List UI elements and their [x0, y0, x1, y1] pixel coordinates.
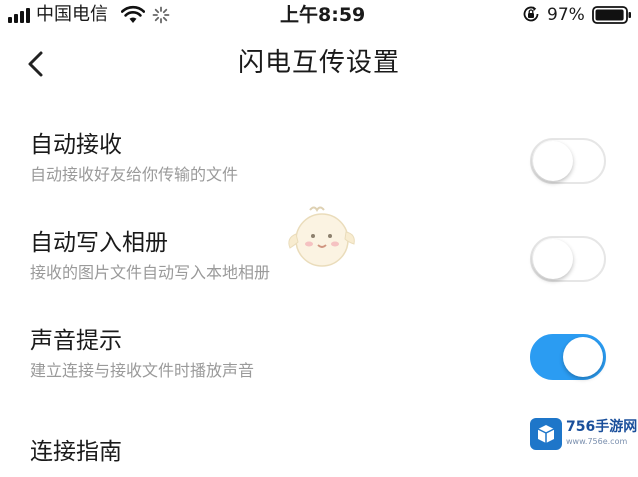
sound-alert-toggle[interactable]: [530, 334, 606, 380]
battery-percent: 97%: [547, 5, 585, 25]
battery-icon: [592, 6, 631, 24]
connection-guide-link[interactable]: 连接指南: [30, 437, 122, 467]
setting-title: 自动接收: [30, 132, 122, 158]
setting-subtitle: 接收的图片文件自动写入本地相册: [30, 263, 271, 282]
cube-logo-icon: [530, 418, 562, 450]
site-watermark: 756手游网 www.756e.com: [530, 418, 637, 454]
app-screen: 中国电信 上午8:59 97% 闪电互传设置 自动接收 自动接收好友给你传输的文…: [0, 0, 638, 477]
auto-receive-toggle[interactable]: [530, 138, 606, 184]
carrier-name: 中国电信: [36, 4, 108, 25]
watermark-url: www.756e.com: [566, 437, 628, 446]
toggle-knob: [533, 239, 573, 279]
setting-title: 自动写入相册: [30, 230, 168, 256]
auto-save-album-toggle[interactable]: [530, 236, 606, 282]
setting-row-auto-receive: 自动接收 自动接收好友给你传输的文件: [0, 130, 638, 210]
status-time: 上午8:59: [280, 4, 366, 26]
setting-subtitle: 自动接收好友给你传输的文件: [30, 165, 239, 184]
setting-row-sound-alert: 声音提示 建立连接与接收文件时播放声音: [0, 326, 638, 406]
signal-icon: [8, 7, 32, 23]
wifi-icon: [121, 5, 145, 23]
orientation-lock-icon: [523, 6, 539, 22]
setting-subtitle: 建立连接与接收文件时播放声音: [30, 361, 255, 380]
status-bar: 中国电信 上午8:59 97%: [0, 0, 638, 30]
activity-spinner-icon: [152, 6, 170, 24]
watermark-name: 756手游网: [566, 419, 638, 435]
toggle-knob: [533, 141, 573, 181]
page-title: 闪电互传设置: [237, 48, 400, 78]
setting-title: 声音提示: [30, 328, 122, 354]
mascot-watermark-icon: [288, 206, 355, 267]
toggle-knob: [563, 337, 603, 377]
